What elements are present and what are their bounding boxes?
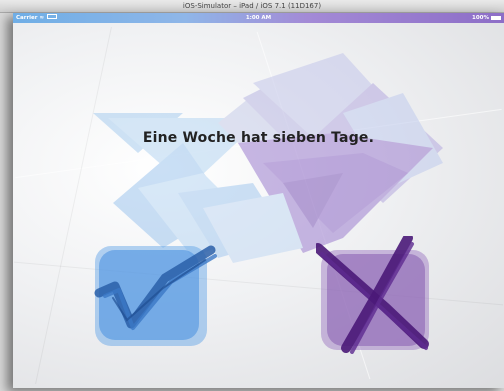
battery-percent: 100% bbox=[472, 15, 489, 21]
ipad-screen: Carrier ≈ 1:00 AM 100% Eine Woche hat si… bbox=[13, 13, 504, 388]
status-bar: Carrier ≈ 1:00 AM 100% bbox=[13, 13, 504, 23]
status-time: 1:00 AM bbox=[245, 15, 272, 21]
check-mark-icon bbox=[94, 245, 217, 330]
question-text: Eine Woche hat sieben Tage. bbox=[142, 130, 375, 146]
x-mark-icon bbox=[316, 236, 429, 354]
simulator-titlebar: iOS-Simulator – iPad / iOS 7.1 (11D167) bbox=[0, 0, 504, 13]
status-right: 100% bbox=[472, 13, 501, 23]
window-title: iOS-Simulator – iPad / iOS 7.1 (11D167) bbox=[182, 2, 322, 10]
answer-false-button[interactable] bbox=[316, 236, 441, 354]
answer-true-button[interactable] bbox=[93, 238, 217, 348]
battery-icon bbox=[491, 16, 501, 20]
quiz-background: Eine Woche hat sieben Tage. bbox=[13, 23, 504, 388]
